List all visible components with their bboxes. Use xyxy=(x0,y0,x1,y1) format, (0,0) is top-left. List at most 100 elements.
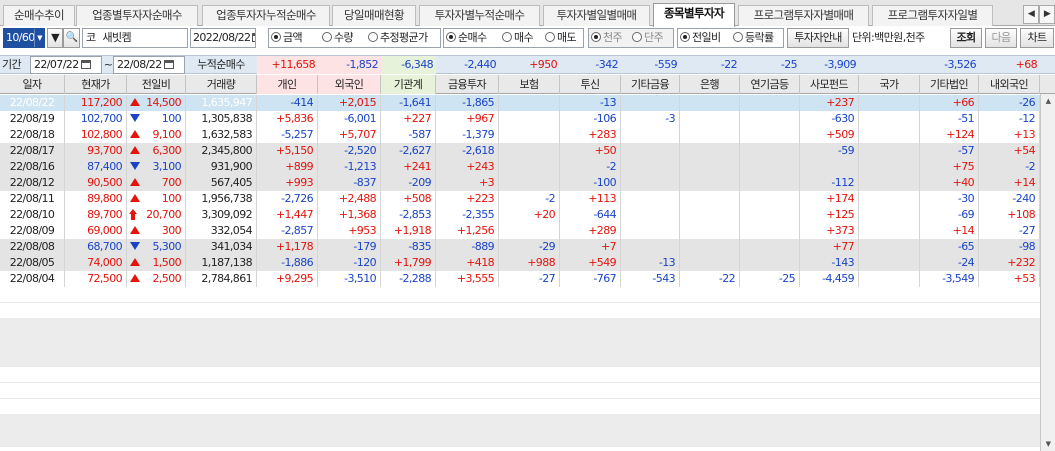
upper-limit-arrow-icon xyxy=(129,209,137,220)
table-row[interactable]: 22/08/22 117,200 14,500 1,635,947 -414 +2,015… xyxy=(0,95,1040,111)
next-button[interactable]: 다음 xyxy=(985,28,1017,48)
cell-전일비: 3,100 xyxy=(127,159,186,175)
tab-4[interactable]: 당일매매현황 xyxy=(332,5,416,26)
cell-기타법인: -3,549 xyxy=(920,271,979,287)
tab-2[interactable]: 업종별투자자순매수 xyxy=(76,5,198,26)
cumulative-value-11 xyxy=(859,56,920,74)
cell-text: -57 xyxy=(957,144,975,157)
cell-text: -12 xyxy=(1018,112,1036,125)
table-row[interactable]: 22/08/11 89,800 100 1,956,738 -2,726 +2,488 +5… xyxy=(0,191,1040,207)
cell-금융투자: +223 xyxy=(436,191,499,207)
cell-사모펀드: +373 xyxy=(800,223,859,239)
column-header-15[interactable]: 국가 xyxy=(859,75,920,94)
screen-number-select[interactable]: 10/600 ▼ xyxy=(3,28,45,48)
radio-sell[interactable]: 매도 xyxy=(545,28,576,48)
period-label: 기간 xyxy=(2,58,22,71)
cell-전일비: 300 xyxy=(127,223,186,239)
period-to-field[interactable]: 22/08/22 xyxy=(113,56,185,74)
column-header-12[interactable]: 은행 xyxy=(680,75,740,94)
radio-avg-price-label: 추정평균가 xyxy=(380,31,428,44)
table-row[interactable]: 22/08/16 87,400 3,100 931,900 +899 -1,213 +241… xyxy=(0,159,1040,175)
cell-text: -24 xyxy=(957,256,975,269)
tab-5[interactable]: 투자자별누적순매수 xyxy=(419,5,540,26)
cell-text: +418 xyxy=(466,256,494,269)
calendar-icon[interactable] xyxy=(80,60,91,69)
cell-기타법인: -51 xyxy=(920,111,979,127)
radio-thousand-shares[interactable]: 천주 xyxy=(591,28,622,48)
table-row[interactable]: 22/08/10 89,700 20,700 3,309,092 +1,447 +1,36… xyxy=(0,207,1040,223)
table-row[interactable]: 22/08/18 102,800 9,100 1,632,583 -5,257 +5,70… xyxy=(0,127,1040,143)
cell-개인: +993 xyxy=(257,175,318,191)
tab-1[interactable]: 순매수추이 xyxy=(3,5,75,26)
radio-prev-day[interactable]: 전일비 xyxy=(680,28,721,48)
table-row[interactable]: 22/08/19 102,700 100 1,305,838 +5,836 -6,001 +… xyxy=(0,111,1040,127)
scroll-down-icon[interactable]: ▼ xyxy=(1041,437,1055,451)
search-icon[interactable]: 🔍 xyxy=(63,28,80,48)
radio-dot-icon xyxy=(322,32,332,42)
calendar-icon[interactable] xyxy=(163,60,174,69)
cell-text: -2,726 xyxy=(281,192,313,205)
cell-text: +14 xyxy=(952,224,975,237)
column-header-6[interactable]: 외국인 xyxy=(318,75,381,94)
table-row[interactable]: 22/08/05 74,000 1,500 1,187,138 -1,886 -120 +1… xyxy=(0,255,1040,271)
cell-text: -3,549 xyxy=(942,272,974,285)
radio-buy[interactable]: 매수 xyxy=(502,28,533,48)
chart-button[interactable]: 차트 xyxy=(1020,28,1054,48)
tab-7[interactable]: 종목별투자자 xyxy=(653,3,735,27)
table-row[interactable]: 22/08/04 72,500 2,500 2,784,861 +9,295 -3,510… xyxy=(0,271,1040,287)
cell-text: -2,618 xyxy=(462,144,494,157)
column-header-9[interactable]: 보험 xyxy=(499,75,560,94)
table-row[interactable]: 22/08/17 93,700 6,300 2,345,800 +5,150 -2,520… xyxy=(0,143,1040,159)
cell-보험 xyxy=(499,127,560,143)
radio-quantity[interactable]: 수량 xyxy=(322,28,353,48)
column-header-2[interactable]: 현재가 xyxy=(65,75,127,94)
column-header-14[interactable]: 사모펀드 xyxy=(800,75,859,94)
cell-text: 1,635,947 xyxy=(201,96,252,109)
cell-text: -543 xyxy=(652,272,675,285)
table-row[interactable]: 22/08/08 68,700 5,300 341,034 +1,178 -179 -835… xyxy=(0,239,1040,255)
tab-scroll-right-icon[interactable]: ▶ xyxy=(1039,5,1055,24)
period-from-field[interactable]: 22/07/22 xyxy=(30,56,102,74)
column-header-10[interactable]: 투신 xyxy=(560,75,621,94)
radio-single-shares[interactable]: 단주 xyxy=(632,28,663,48)
tab-8[interactable]: 프로그램투자자별매매 xyxy=(738,5,869,26)
table-row[interactable]: 22/08/12 90,500 700 567,405 +993 -837 -209 +3 -1… xyxy=(0,175,1040,191)
investor-guide-button[interactable]: 투자자안내 xyxy=(787,28,849,48)
radio-rate[interactable]: 등락률 xyxy=(733,28,774,48)
vertical-scrollbar[interactable]: ▲ ▼ xyxy=(1040,94,1055,451)
tab-9[interactable]: 프로그램투자자일별 xyxy=(872,5,993,26)
radio-avg-price[interactable]: 추정평균가 xyxy=(368,28,428,48)
cell-내외국인: -27 xyxy=(979,223,1040,239)
stock-code-field[interactable]: 코 새빗켐 xyxy=(82,28,188,48)
cell-text: 6,300 xyxy=(152,144,182,157)
column-header-13[interactable]: 연기금등 xyxy=(740,75,800,94)
radio-net-buy[interactable]: 순매수 xyxy=(446,28,487,48)
column-header-7[interactable]: 기관계 xyxy=(381,75,436,94)
column-header-5[interactable]: 개인 xyxy=(257,75,318,94)
query-button[interactable]: 조회 xyxy=(950,28,982,48)
column-header-1[interactable]: 일자 xyxy=(0,75,65,94)
column-header-16[interactable]: 기타법인 xyxy=(920,75,979,94)
column-header-17[interactable]: 내외국인 xyxy=(979,75,1040,94)
calendar-icon[interactable] xyxy=(252,33,255,42)
cell-투신: +549 xyxy=(560,255,621,271)
cell-기타금융: -543 xyxy=(621,271,680,287)
empty-row xyxy=(0,415,1040,431)
radio-dot-icon xyxy=(733,32,743,42)
column-header-3[interactable]: 전일비 xyxy=(127,75,186,94)
column-header-8[interactable]: 금융투자 xyxy=(436,75,499,94)
scroll-up-icon[interactable]: ▲ xyxy=(1041,94,1055,108)
column-header-11[interactable]: 기타금융 xyxy=(621,75,680,94)
search-button[interactable]: ▼ xyxy=(47,28,63,48)
cell-투신: -2 xyxy=(560,159,621,175)
cell-국가 xyxy=(859,255,920,271)
radio-amount[interactable]: 금액 xyxy=(271,28,302,48)
table-row[interactable]: 22/08/09 69,000 300 332,054 -2,857 +953 +1,918… xyxy=(0,223,1040,239)
tab-3[interactable]: 업종투자자누적순매수 xyxy=(202,5,330,26)
tab-scroll-left-icon[interactable]: ◀ xyxy=(1023,5,1039,24)
cell-text: +1,368 xyxy=(338,208,377,221)
column-header-4[interactable]: 거래량 xyxy=(186,75,257,94)
tab-6[interactable]: 투자자별일별매매 xyxy=(543,5,650,26)
cumulative-value-7: -559 xyxy=(654,58,677,71)
date-field[interactable]: 2022/08/22 xyxy=(190,28,256,48)
